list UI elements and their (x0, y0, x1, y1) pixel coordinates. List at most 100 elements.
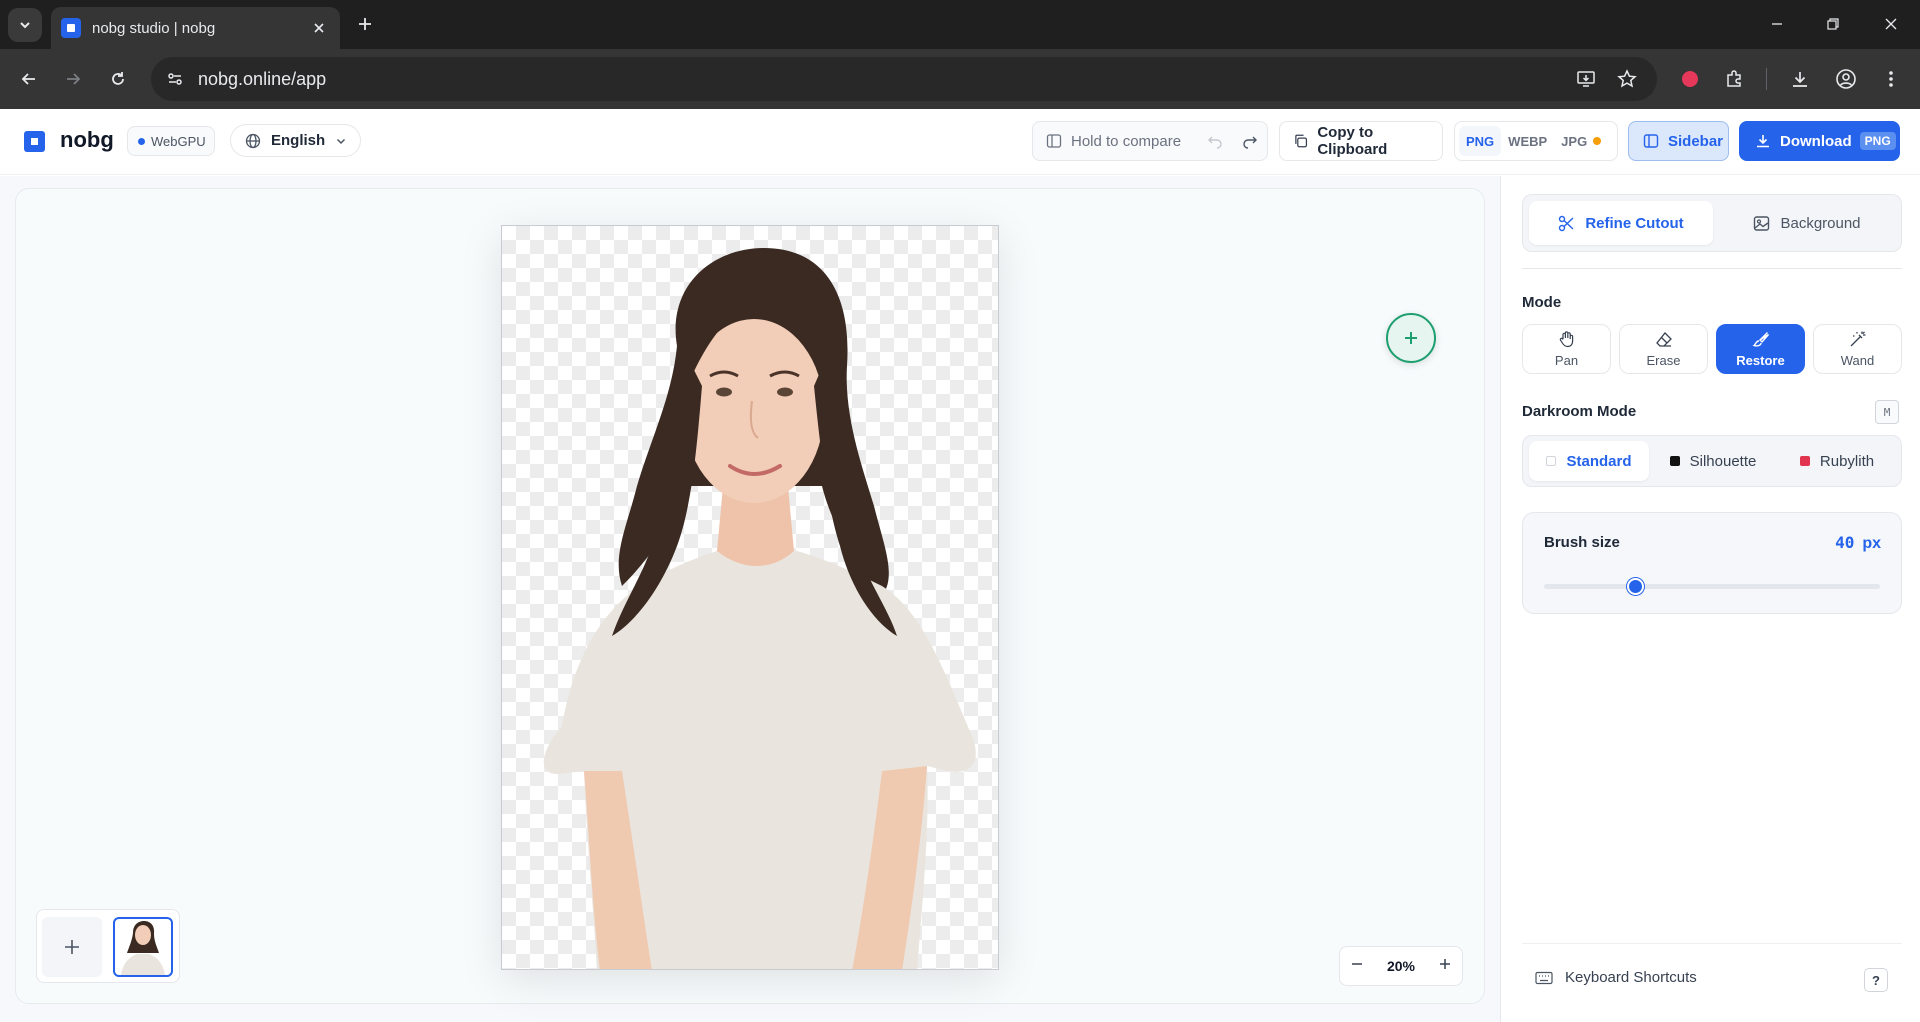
browser-tab[interactable]: nobg studio | nobg (51, 7, 340, 49)
keyboard-shortcuts-button[interactable]: Keyboard Shortcuts (1535, 969, 1697, 986)
cutout-image[interactable] (501, 225, 999, 970)
zoom-control: 20% (1339, 946, 1463, 986)
site-settings-icon[interactable] (160, 64, 190, 94)
mode-erase-button[interactable]: Erase (1619, 324, 1708, 374)
tab-refine-cutout-label: Refine Cutout (1585, 214, 1684, 232)
copy-to-clipboard-button[interactable]: Copy to Clipboard (1279, 121, 1443, 161)
reload-button[interactable] (101, 62, 135, 96)
tab-title: nobg studio | nobg (92, 19, 216, 37)
tab-refine-cutout[interactable]: Refine Cutout (1529, 201, 1713, 245)
browser-menu-icon[interactable] (1874, 62, 1908, 96)
brush-icon (1752, 332, 1769, 347)
tab-search-button[interactable] (8, 8, 42, 42)
format-png-button[interactable]: PNG (1459, 126, 1502, 156)
address-bar[interactable]: nobg.online/app (151, 57, 1657, 101)
darkroom-silhouette-label: Silhouette (1689, 452, 1757, 470)
slider-handle[interactable] (1626, 578, 1644, 595)
plus-icon (359, 18, 371, 30)
new-tab-button[interactable] (351, 10, 379, 38)
add-image-button[interactable] (42, 917, 102, 977)
undo-button[interactable] (1197, 133, 1232, 149)
mode-heading: Mode (1522, 294, 1562, 311)
divider (1522, 943, 1902, 944)
mode-wand-button[interactable]: Wand (1813, 324, 1902, 374)
split-view-icon (1046, 134, 1062, 148)
keyboard-shortcuts-label: Keyboard Shortcuts (1565, 969, 1697, 986)
portrait-thumbnail-illustration (121, 921, 165, 975)
brush-size-slider[interactable] (1544, 578, 1880, 595)
standard-swatch (1546, 456, 1557, 466)
mode-erase-label: Erase (1646, 353, 1681, 368)
minus-icon (1352, 962, 1362, 965)
browser-toolbar: nobg.online/app (0, 49, 1920, 109)
rubylith-swatch (1799, 456, 1810, 466)
format-webp-button[interactable]: WEBP (1501, 126, 1554, 156)
image-icon (1754, 215, 1770, 231)
brush-size-card: Brush size 40 px (1522, 512, 1902, 614)
extensions-icon[interactable] (1717, 62, 1751, 96)
hand-icon (1559, 331, 1573, 348)
image-thumbnail[interactable] (113, 917, 173, 977)
divider (1522, 268, 1902, 269)
webgpu-label: WebGPU (151, 133, 206, 149)
copy-icon (1295, 134, 1308, 148)
sidebar-toggle-button[interactable]: Sidebar (1628, 121, 1729, 161)
close-icon (1885, 18, 1897, 30)
downloads-icon[interactable] (1783, 62, 1817, 96)
compare-group: Hold to compare (1032, 121, 1268, 161)
reload-icon (112, 72, 124, 85)
image-tray (36, 909, 180, 983)
plus-icon (1440, 958, 1450, 969)
logo-text: nobg (60, 127, 114, 152)
mode-restore-button[interactable]: Restore (1716, 324, 1805, 374)
tab-background[interactable]: Background (1715, 201, 1899, 245)
eraser-icon (1655, 332, 1672, 347)
download-label: Download (1780, 132, 1852, 150)
record-extension-icon[interactable] (1673, 62, 1707, 96)
scissors-icon (1559, 215, 1574, 231)
chevron-down-icon (20, 22, 30, 29)
redo-button[interactable] (1232, 133, 1267, 149)
logo-icon (24, 131, 45, 152)
app-header: nobg WebGPU English Hold to compare Copy… (0, 109, 1920, 175)
sidebar-panel: Refine Cutout Background Mode Pan Erase … (1500, 176, 1920, 1022)
undo-icon (1207, 136, 1222, 149)
minimize-button[interactable] (1760, 8, 1794, 40)
add-point-button[interactable] (1386, 313, 1436, 363)
zoom-out-button[interactable] (1350, 957, 1364, 976)
darkroom-rubylith-option[interactable]: Rubylith (1777, 441, 1897, 481)
minimize-icon (1772, 23, 1782, 25)
sidebar-label: Sidebar (1668, 132, 1724, 150)
language-label: English (271, 132, 326, 149)
window-close-button[interactable] (1874, 8, 1908, 40)
mode-pan-button[interactable]: Pan (1522, 324, 1611, 374)
plus-icon (65, 940, 79, 954)
zoom-in-button[interactable] (1438, 957, 1452, 976)
back-button[interactable] (12, 62, 46, 96)
portrait-cutout-illustration (543, 248, 976, 969)
toolbar-separator (1766, 68, 1767, 90)
darkroom-silhouette-option[interactable]: Silhouette (1653, 441, 1773, 481)
keyboard-icon (1535, 971, 1553, 984)
darkroom-standard-label: Standard (1566, 452, 1632, 470)
format-jpg-button[interactable]: JPG (1554, 126, 1608, 156)
hold-to-compare-button[interactable]: Hold to compare (1033, 133, 1197, 150)
bookmark-star-icon[interactable] (1612, 64, 1642, 94)
download-button[interactable]: Download PNG (1739, 121, 1900, 161)
close-icon (314, 23, 324, 33)
favicon-icon (61, 18, 81, 38)
profile-icon[interactable] (1829, 62, 1863, 96)
language-select[interactable]: English (230, 124, 361, 157)
compare-label: Hold to compare (1071, 132, 1182, 150)
restore-button[interactable] (1816, 8, 1850, 40)
silhouette-swatch (1669, 456, 1680, 466)
redo-icon (1242, 136, 1257, 149)
darkroom-mode-selector: Standard Silhouette Rubylith (1522, 435, 1902, 487)
tab-close-button[interactable] (306, 15, 332, 41)
darkroom-standard-option[interactable]: Standard (1529, 441, 1649, 481)
forward-button[interactable] (56, 62, 90, 96)
help-button[interactable]: ? (1864, 968, 1888, 992)
brush-size-label: Brush size (1544, 534, 1620, 551)
install-app-icon[interactable] (1571, 64, 1601, 94)
copy-label: Copy to Clipboard (1317, 124, 1388, 158)
